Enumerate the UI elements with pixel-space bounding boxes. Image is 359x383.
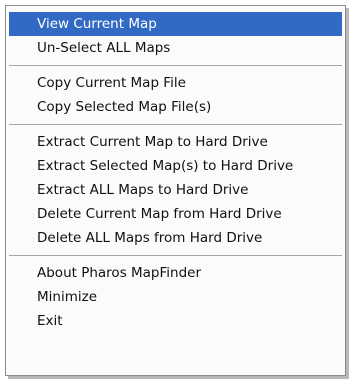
menu-item-copy-current-map-file[interactable]: Copy Current Map File [10,71,341,95]
menu-item-about-pharos-mapfinder[interactable]: About Pharos MapFinder [10,261,341,285]
menu-item-delete-all-maps[interactable]: Delete ALL Maps from Hard Drive [10,226,341,250]
menu-separator [9,250,342,261]
menu-item-view-current-map[interactable]: View Current Map [9,12,342,36]
context-menu: View Current Map Un-Select ALL Maps Copy… [5,5,346,376]
menu-separator [9,119,342,130]
menu-item-copy-selected-map-files[interactable]: Copy Selected Map File(s) [10,95,341,119]
menu-item-unselect-all-maps[interactable]: Un-Select ALL Maps [10,36,341,60]
menu-item-extract-all-maps[interactable]: Extract ALL Maps to Hard Drive [10,178,341,202]
menu-item-exit[interactable]: Exit [10,309,341,333]
menu-separator [9,60,342,71]
menu-item-extract-selected-maps[interactable]: Extract Selected Map(s) to Hard Drive [10,154,341,178]
menu-item-delete-current-map[interactable]: Delete Current Map from Hard Drive [10,202,341,226]
menu-item-extract-current-map[interactable]: Extract Current Map to Hard Drive [10,130,341,154]
menu-item-minimize[interactable]: Minimize [10,285,341,309]
